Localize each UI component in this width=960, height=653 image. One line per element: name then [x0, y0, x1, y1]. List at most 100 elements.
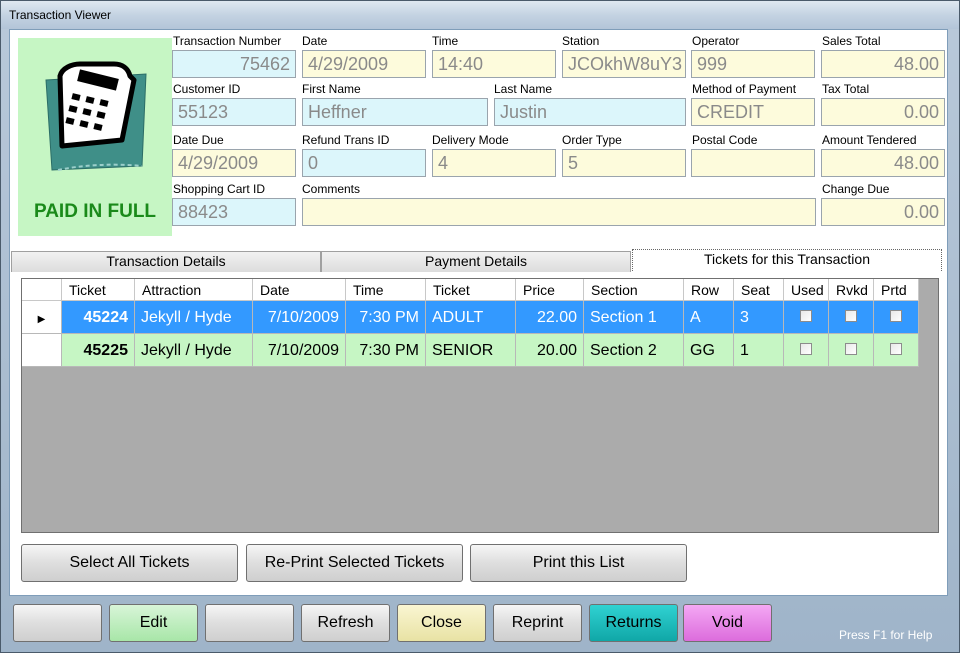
date-field[interactable]: 4/29/2009	[302, 50, 426, 78]
col-attraction[interactable]: Attraction	[135, 279, 253, 301]
prtd-checkbox[interactable]	[890, 310, 902, 323]
col-row[interactable]: Row	[684, 279, 734, 301]
comments-label: Comments	[302, 182, 361, 196]
title-bar[interactable]: Transaction Viewer	[1, 1, 959, 29]
refund-trans-id-label: Refund Trans ID	[302, 133, 390, 147]
delivery-mode-field[interactable]: 4	[432, 149, 556, 177]
tab-payment-details[interactable]: Payment Details	[321, 251, 631, 272]
cell-ticket-number: 45225	[62, 334, 135, 367]
tax-total-label: Tax Total	[822, 82, 870, 96]
change-due-label: Change Due	[822, 182, 890, 196]
reprint-selected-tickets-button[interactable]: Re-Print Selected Tickets	[246, 544, 463, 582]
cell-seat: 3	[734, 301, 784, 334]
method-of-payment-label: Method of Payment	[692, 82, 797, 96]
table-row[interactable]: 45225 Jekyll / Hyde 7/10/2009 7:30 PM SE…	[22, 334, 919, 367]
close-button[interactable]: Close	[397, 604, 486, 642]
help-hint: Press F1 for Help	[839, 628, 933, 642]
operator-field[interactable]: 999	[691, 50, 815, 78]
time-label: Time	[432, 34, 459, 48]
date-label: Date	[302, 34, 328, 48]
cell-section: Section 2	[584, 334, 684, 367]
reprint-button[interactable]: Reprint	[493, 604, 582, 642]
col-seat[interactable]: Seat	[734, 279, 784, 301]
cell-ticket-type: SENIOR	[426, 334, 516, 367]
shopping-cart-id-field[interactable]: 88423	[172, 198, 296, 226]
station-field[interactable]: JCOkhW8uY3	[562, 50, 686, 78]
blank-toolbar-button-1[interactable]	[13, 604, 102, 642]
used-checkbox[interactable]	[800, 310, 812, 323]
sales-total-label: Sales Total	[822, 34, 881, 48]
cell-used	[784, 334, 829, 367]
cell-price: 20.00	[516, 334, 584, 367]
last-name-label: Last Name	[494, 82, 553, 96]
method-of-payment-field[interactable]: CREDIT	[691, 98, 815, 126]
rvkd-checkbox[interactable]	[845, 343, 857, 356]
row-pointer-icon: ▶	[37, 314, 46, 325]
rvkd-checkbox[interactable]	[845, 310, 857, 323]
transaction-number-field[interactable]: 75462	[172, 50, 296, 78]
first-name-field[interactable]: Heffner	[302, 98, 488, 126]
grid-header-indicator	[22, 279, 62, 301]
customer-id-field[interactable]: 55123	[172, 98, 296, 126]
order-type-label: Order Type	[562, 133, 622, 147]
amount-tendered-field[interactable]: 48.00	[821, 149, 945, 177]
cell-rvkd	[829, 334, 874, 367]
col-date[interactable]: Date	[253, 279, 346, 301]
receipt-icon	[45, 61, 147, 171]
refund-trans-id-field[interactable]: 0	[302, 149, 426, 177]
sales-total-field[interactable]: 48.00	[821, 50, 945, 78]
payment-status-panel: PAID IN FULL	[18, 38, 172, 236]
col-price[interactable]: Price	[516, 279, 584, 301]
tickets-grid: Ticket Attraction Date Time Ticket Price…	[21, 278, 939, 533]
print-list-button[interactable]: Print this List	[470, 544, 687, 582]
used-checkbox[interactable]	[800, 343, 812, 356]
cell-date: 7/10/2009	[253, 301, 346, 334]
last-name-field[interactable]: Justin	[494, 98, 686, 126]
col-time[interactable]: Time	[346, 279, 426, 301]
paid-status-label: PAID IN FULL	[33, 201, 157, 222]
time-field[interactable]: 14:40	[432, 50, 556, 78]
prtd-checkbox[interactable]	[890, 343, 902, 356]
tab-transaction-details[interactable]: Transaction Details	[11, 251, 321, 272]
refresh-button[interactable]: Refresh	[301, 604, 390, 642]
blank-toolbar-button-2[interactable]	[205, 604, 294, 642]
cell-used	[784, 301, 829, 334]
tab-tickets-for-transaction[interactable]: Tickets for this Transaction	[632, 249, 942, 271]
tax-total-field[interactable]: 0.00	[821, 98, 945, 126]
postal-code-field[interactable]	[691, 149, 815, 177]
col-ticket-type[interactable]: Ticket	[426, 279, 516, 301]
client-area: PAID IN FULL Transaction Number 75462 Da…	[9, 29, 948, 596]
cell-section: Section 1	[584, 301, 684, 334]
col-prtd[interactable]: Prtd	[874, 279, 919, 301]
cell-time: 7:30 PM	[346, 334, 426, 367]
date-due-field[interactable]: 4/29/2009	[172, 149, 296, 177]
col-ticket-number[interactable]: Ticket	[62, 279, 135, 301]
select-all-tickets-button[interactable]: Select All Tickets	[21, 544, 238, 582]
edit-button[interactable]: Edit	[109, 604, 198, 642]
date-due-label: Date Due	[173, 133, 224, 147]
returns-button[interactable]: Returns	[589, 604, 678, 642]
transaction-viewer-window: Transaction Viewer PAID IN FULL Transact…	[0, 0, 960, 653]
change-due-field[interactable]: 0.00	[821, 198, 945, 226]
detail-tabs: Transaction Details Payment Details Tick…	[11, 249, 946, 272]
order-type-field[interactable]: 5	[562, 149, 686, 177]
cell-time: 7:30 PM	[346, 301, 426, 334]
cell-date: 7/10/2009	[253, 334, 346, 367]
window-title: Transaction Viewer	[9, 8, 112, 22]
cell-ticket-type: ADULT	[426, 301, 516, 334]
first-name-label: First Name	[302, 82, 361, 96]
delivery-mode-label: Delivery Mode	[432, 133, 509, 147]
grid-header-row: Ticket Attraction Date Time Ticket Price…	[22, 279, 919, 301]
cell-price: 22.00	[516, 301, 584, 334]
comments-field[interactable]	[302, 198, 816, 226]
transaction-number-label: Transaction Number	[173, 34, 282, 48]
table-row[interactable]: ▶ 45224 Jekyll / Hyde 7/10/2009 7:30 PM …	[22, 301, 919, 334]
col-rvkd[interactable]: Rvkd	[829, 279, 874, 301]
col-section[interactable]: Section	[584, 279, 684, 301]
cell-prtd	[874, 334, 919, 367]
cell-attraction: Jekyll / Hyde	[135, 334, 253, 367]
void-button[interactable]: Void	[683, 604, 772, 642]
cell-prtd	[874, 301, 919, 334]
station-label: Station	[562, 34, 600, 48]
col-used[interactable]: Used	[784, 279, 829, 301]
